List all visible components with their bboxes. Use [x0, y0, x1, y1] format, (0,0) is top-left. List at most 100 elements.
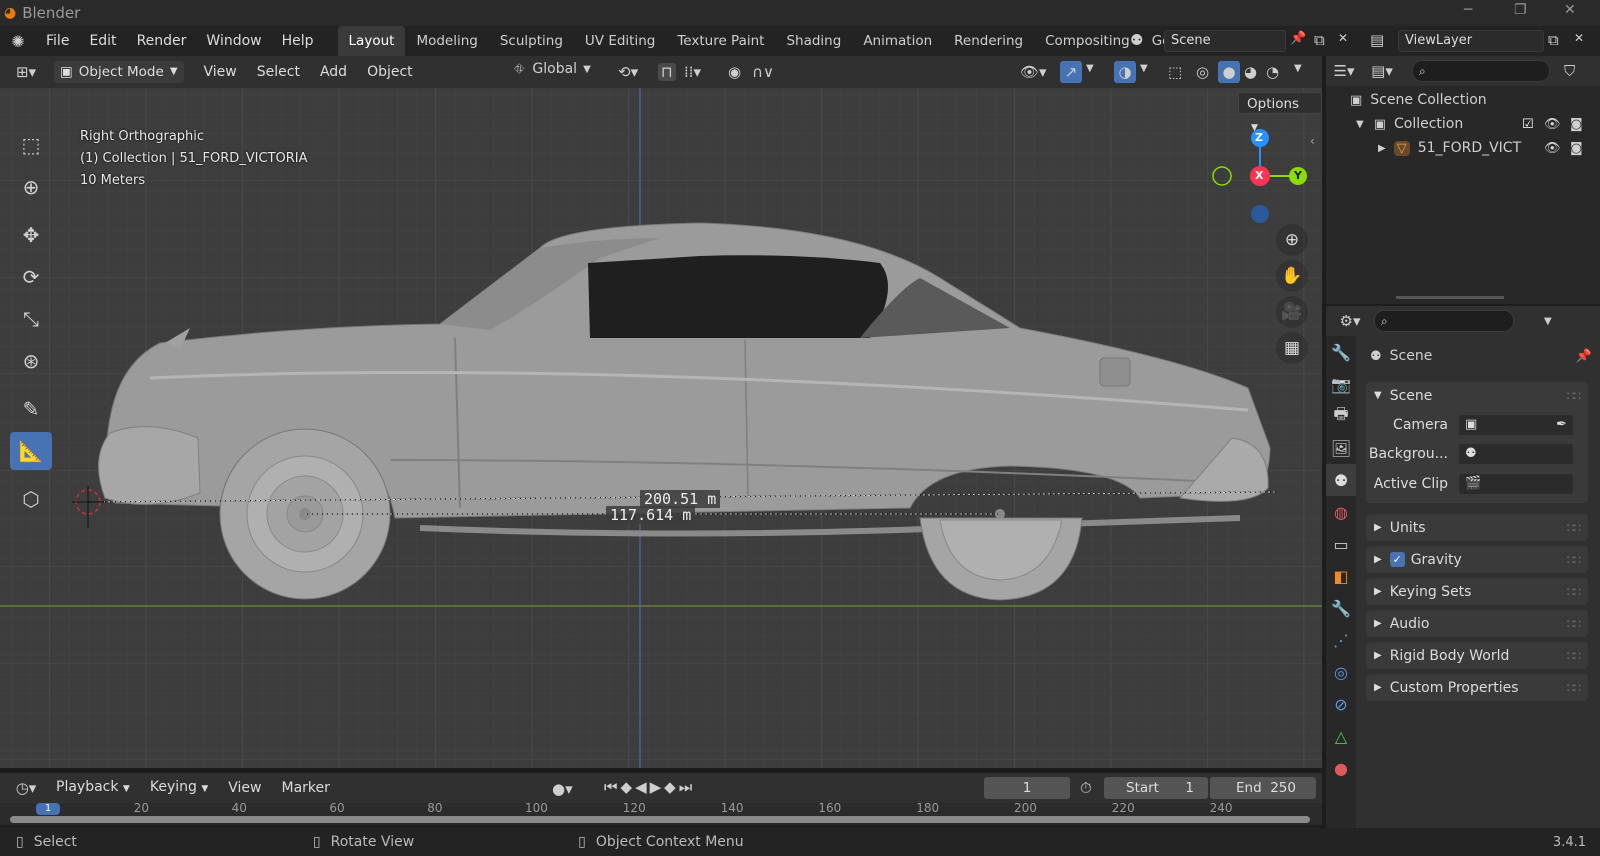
camera-field[interactable]: ▣ ✒ — [1458, 414, 1574, 436]
world-tab-icon[interactable]: ◍ — [1326, 496, 1356, 528]
properties-editor-icon[interactable]: ⚙▾ — [1330, 312, 1370, 330]
drag-handle-icon[interactable]: ∷∷ — [1567, 585, 1581, 599]
record-icon[interactable]: ●▾ — [552, 780, 573, 798]
orientation-dropdown[interactable]: ⛗ Global ▼ — [514, 61, 591, 77]
zoom-icon[interactable]: ⊕ — [1276, 224, 1308, 256]
options-button[interactable]: Options ▼ — [1238, 92, 1322, 133]
sidebar-toggle-icon[interactable]: ‹ — [1310, 134, 1315, 148]
current-frame-field[interactable]: 1 — [984, 777, 1070, 799]
prev-keyframe-icon[interactable]: ◆ — [621, 778, 633, 796]
chevron-down-icon[interactable]: ▼ — [1294, 63, 1302, 74]
tab-layout[interactable]: Layout — [337, 26, 406, 56]
panel-custom-properties[interactable]: ▶ Custom Properties ∷∷ — [1366, 674, 1588, 701]
modifier-tab-icon[interactable]: 🔧 — [1326, 592, 1356, 624]
display-mode-icon[interactable]: ▤▾ — [1362, 62, 1402, 80]
outliner-row-scene-collection[interactable]: ▣ Scene Collection — [1326, 88, 1600, 112]
outliner-scrollbar[interactable] — [1396, 296, 1504, 299]
timeline-ruler[interactable]: 120406080100120140160180200220240 1 — [0, 801, 1322, 825]
mode-dropdown[interactable]: ▣ Object Mode ▼ — [54, 61, 184, 83]
drag-handle-icon[interactable]: ∷∷ — [1567, 649, 1581, 663]
outliner-row-object[interactable]: ▶ ▽ 51_FORD_VICT 👁 ◙ — [1326, 136, 1600, 160]
timeline-menu-marker[interactable]: Marker — [271, 773, 339, 803]
scene-selector-icon[interactable]: ⚉ — [1130, 31, 1143, 49]
editor-type-icon[interactable]: ⊞▾ — [6, 63, 46, 81]
material-tab-icon[interactable]: ● — [1326, 752, 1356, 784]
timeline-menu-keying[interactable]: Keying ▼ — [140, 772, 218, 804]
render-tab-icon[interactable]: 📷 — [1326, 368, 1356, 400]
outliner-editor-icon[interactable]: ☰▾ — [1326, 62, 1362, 80]
collection-tab-icon[interactable]: ▭ — [1326, 528, 1356, 560]
timeline-scrollbar[interactable] — [10, 816, 1310, 823]
viewlayer-icon[interactable]: ▤ — [1370, 31, 1384, 49]
snap-target-icon[interactable]: ⁞⁞▾ — [684, 63, 701, 81]
menu-window[interactable]: Window — [196, 26, 271, 56]
visibility-icon[interactable]: 👁▾ — [1020, 63, 1047, 81]
output-tab-icon[interactable]: 🖶 — [1326, 400, 1356, 432]
rotate-icon[interactable]: ⟳ — [10, 258, 52, 296]
play-icon[interactable]: ▶ — [650, 778, 662, 796]
scene-tab-icon[interactable]: ⚉ — [1326, 464, 1356, 496]
panel-scene[interactable]: ▼ Scene ∷∷ — [1366, 382, 1588, 409]
tab-modeling[interactable]: Modeling — [405, 26, 488, 56]
move-icon[interactable]: ✥ — [10, 216, 52, 254]
checkbox-icon[interactable]: ☑ — [1522, 117, 1534, 132]
pan-hand-icon[interactable]: ✋ — [1276, 260, 1308, 292]
camera-icon[interactable]: 🎥 — [1276, 296, 1308, 328]
tab-uv-editing[interactable]: UV Editing — [574, 26, 666, 56]
menu-render[interactable]: Render — [127, 26, 197, 56]
rendered-shading-icon[interactable]: ◔ — [1266, 63, 1279, 81]
tab-shading[interactable]: Shading — [775, 26, 852, 56]
scene-name-field[interactable]: Scene — [1164, 30, 1286, 52]
panel-units[interactable]: ▶ Units ∷∷ — [1366, 514, 1588, 541]
panel-rigid-body-world[interactable]: ▶ Rigid Body World ∷∷ — [1366, 642, 1588, 669]
eye-icon[interactable]: 👁 — [1544, 117, 1561, 132]
jump-start-icon[interactable]: ⏮ — [604, 778, 618, 796]
menu-help[interactable]: Help — [272, 26, 324, 56]
falloff-icon[interactable]: ∩∨ — [752, 63, 774, 81]
data-tab-icon[interactable]: △ — [1326, 720, 1356, 752]
start-frame-field[interactable]: Start 1 — [1104, 777, 1208, 799]
viewlayer-name-field[interactable]: ViewLayer — [1398, 30, 1544, 52]
vp-menu-add[interactable]: Add — [310, 57, 357, 87]
drag-handle-icon[interactable]: ∷∷ — [1567, 389, 1581, 403]
drag-handle-icon[interactable]: ∷∷ — [1567, 617, 1581, 631]
pin-icon[interactable]: 📌 — [1576, 349, 1592, 364]
solid-shading-icon[interactable]: ● — [1218, 61, 1240, 83]
background-scene-field[interactable]: ⚉ — [1458, 443, 1574, 465]
new-viewlayer-icon[interactable]: ⧉ — [1548, 31, 1559, 49]
end-frame-field[interactable]: End 250 — [1210, 777, 1316, 799]
camera-render-icon[interactable]: ◙ — [1570, 117, 1583, 132]
overlay-icon[interactable]: ◑ — [1114, 61, 1136, 83]
properties-search[interactable]: ⌕ — [1374, 310, 1514, 332]
object-tab-icon[interactable]: ◧ — [1326, 560, 1356, 592]
viewlayer-tab-icon[interactable]: 🖼 — [1326, 432, 1356, 464]
chevron-down-icon[interactable]: ▼ — [1140, 63, 1148, 74]
active-clip-field[interactable]: 🎬 — [1458, 473, 1574, 495]
gizmo-icon[interactable]: ↗ — [1060, 61, 1082, 83]
select-box-icon[interactable]: ⬚ — [10, 126, 52, 164]
delete-viewlayer-icon[interactable]: ✕ — [1574, 31, 1584, 45]
drag-handle-icon[interactable]: ∷∷ — [1567, 681, 1581, 695]
gravity-checkbox[interactable]: ✓ — [1389, 552, 1405, 567]
panel-keying-sets[interactable]: ▶ Keying Sets ∷∷ — [1366, 578, 1588, 605]
jump-end-icon[interactable]: ⏭ — [679, 778, 693, 796]
tab-texture-paint[interactable]: Texture Paint — [666, 26, 775, 56]
timeline-menu-view[interactable]: View — [218, 773, 271, 803]
drag-handle-icon[interactable]: ∷∷ — [1567, 553, 1581, 567]
physics-tab-icon[interactable]: ◎ — [1326, 656, 1356, 688]
xray-icon[interactable]: ⬚ — [1168, 63, 1182, 81]
chevron-down-icon[interactable]: ▼ — [1086, 63, 1094, 74]
constraints-tab-icon[interactable]: ⊘ — [1326, 688, 1356, 720]
expand-arrow-icon[interactable]: ▼ — [1356, 119, 1364, 130]
delete-scene-icon[interactable]: ✕ — [1338, 31, 1348, 45]
panel-audio[interactable]: ▶ Audio ∷∷ — [1366, 610, 1588, 637]
expand-arrow-icon[interactable]: ▶ — [1378, 143, 1386, 154]
3d-viewport[interactable]: 200.51 m 117.614 m Right Orthographic (1… — [0, 88, 1322, 768]
blender-menu-icon[interactable]: ✺ — [0, 32, 36, 51]
next-keyframe-icon[interactable]: ◆ — [664, 778, 676, 796]
proportional-edit-icon[interactable]: ◉ — [728, 63, 741, 81]
pin-icon[interactable]: 📌 — [1290, 31, 1306, 46]
eye-icon[interactable]: 👁 — [1544, 141, 1561, 156]
vp-menu-object[interactable]: Object — [357, 57, 423, 87]
menu-edit[interactable]: Edit — [79, 26, 126, 56]
